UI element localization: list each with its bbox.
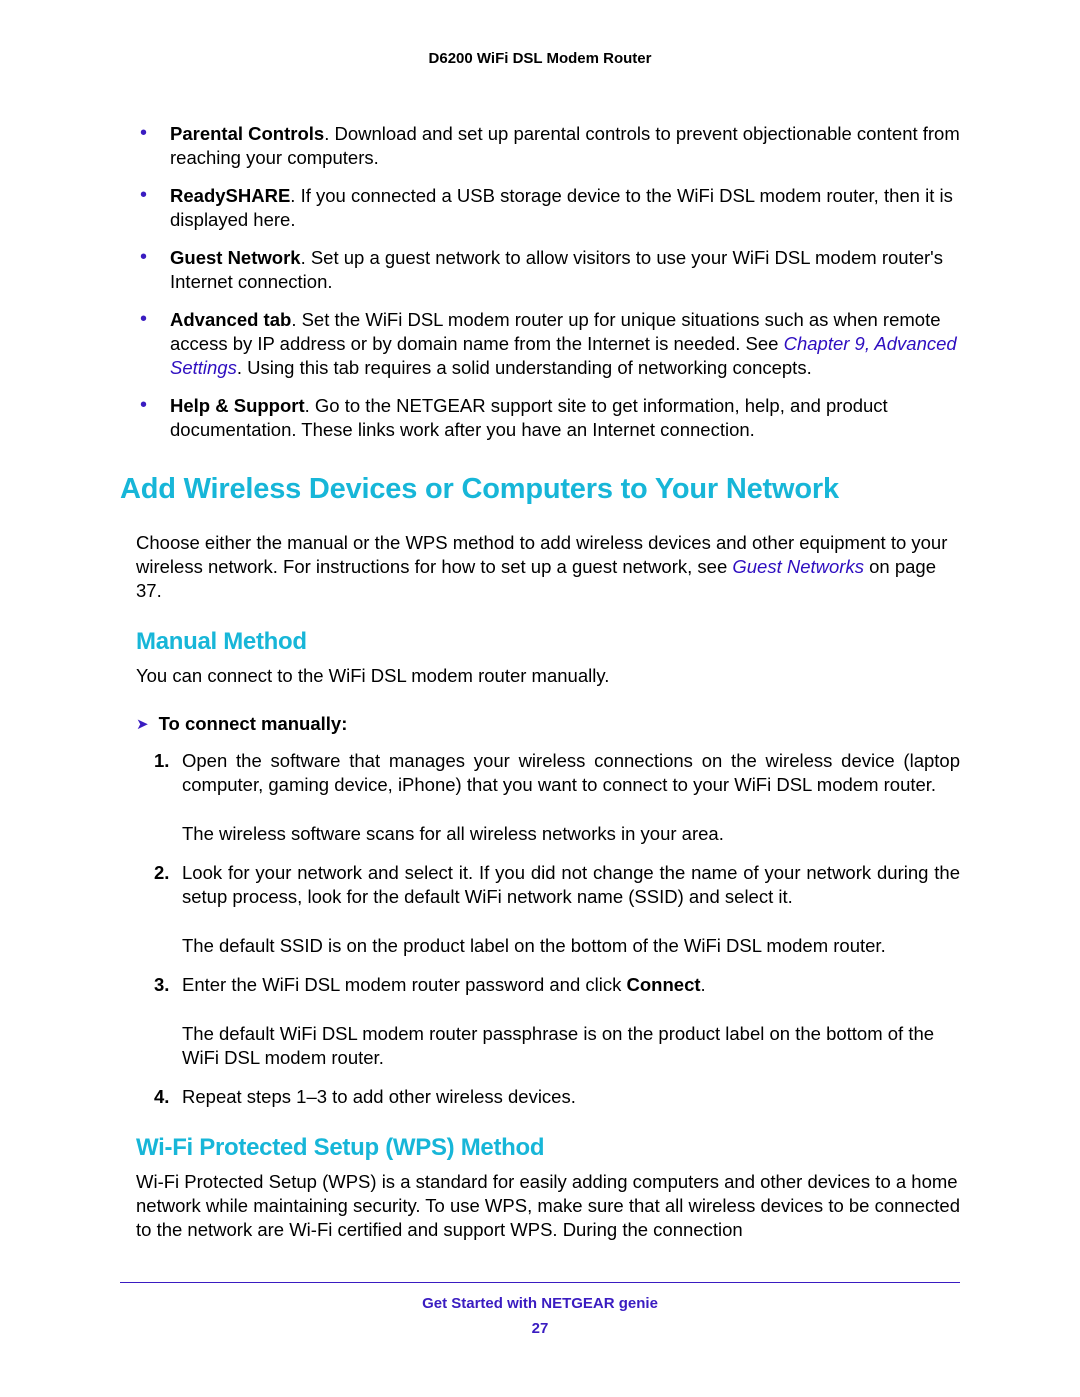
bullet-readyshare: ReadySHARE. If you connected a USB stora… xyxy=(170,184,960,232)
step-number: 1. xyxy=(154,749,169,773)
footer-rule xyxy=(120,1282,960,1283)
wps-intro: Wi-Fi Protected Setup (WPS) is a standar… xyxy=(136,1170,960,1242)
guest-networks-link[interactable]: Guest Networks xyxy=(732,556,864,577)
step-1-note: The wireless software scans for all wire… xyxy=(182,822,960,846)
step-text: Enter the WiFi DSL modem router password… xyxy=(182,974,627,995)
bullet-bold: ReadySHARE xyxy=(170,185,290,206)
bullet-bold: Help & Support xyxy=(170,395,305,416)
steps-list: 2. Look for your network and select it. I… xyxy=(120,861,960,909)
page-footer: Get Started with NETGEAR genie 27 xyxy=(120,1282,960,1337)
step-text: Open the software that manages your wire… xyxy=(182,750,960,795)
step-text: Look for your network and select it. If … xyxy=(182,862,960,907)
steps-list: 4. Repeat steps 1–3 to add other wireless… xyxy=(120,1085,960,1109)
document-header: D6200 WiFi DSL Modem Router xyxy=(120,50,960,67)
procedure-label: ➤ To connect manually: xyxy=(136,713,960,735)
feature-bullet-list: Parental Controls. Download and set up p… xyxy=(120,122,960,443)
step-3-note: The default WiFi DSL modem router passph… xyxy=(182,1022,960,1070)
bullet-text: . Using this tab requires a solid unders… xyxy=(237,357,812,378)
step-4: 4.Repeat steps 1–3 to add other wireless… xyxy=(182,1085,960,1109)
subheading-manual-method: Manual Method xyxy=(136,628,960,656)
steps-list: 1. Open the software that manages your wi… xyxy=(120,749,960,797)
bullet-advanced-tab: Advanced tab. Set the WiFi DSL modem rou… xyxy=(170,308,960,380)
section-heading-add-devices: Add Wireless Devices or Computers to You… xyxy=(120,473,960,506)
bullet-bold: Guest Network xyxy=(170,247,301,268)
bullet-bold: Parental Controls xyxy=(170,123,324,144)
manual-intro: You can connect to the WiFi DSL modem ro… xyxy=(136,664,960,688)
step-2: 2.Look for your network and select it. I… xyxy=(182,861,960,909)
step-number: 4. xyxy=(154,1085,169,1109)
bullet-parental-controls: Parental Controls. Download and set up p… xyxy=(170,122,960,170)
step-text: Repeat steps 1–3 to add other wireless d… xyxy=(182,1086,576,1107)
footer-page-number: 27 xyxy=(120,1320,960,1337)
step-2-note: The default SSID is on the product label… xyxy=(182,934,960,958)
step-3: 3.Enter the WiFi DSL modem router passwo… xyxy=(182,973,960,997)
footer-chapter: Get Started with NETGEAR genie xyxy=(120,1295,960,1312)
arrow-icon: ➤ xyxy=(136,715,149,733)
procedure-title: To connect manually: xyxy=(159,713,348,734)
connect-bold: Connect xyxy=(627,974,701,995)
bullet-bold: Advanced tab xyxy=(170,309,291,330)
step-number: 2. xyxy=(154,861,169,885)
step-number: 3. xyxy=(154,973,169,997)
bullet-guest-network: Guest Network. Set up a guest network to… xyxy=(170,246,960,294)
subheading-wps-method: Wi-Fi Protected Setup (WPS) Method xyxy=(136,1134,960,1162)
step-text: . xyxy=(701,974,706,995)
page: D6200 WiFi DSL Modem Router Parental Con… xyxy=(0,0,1080,1397)
bullet-help-support: Help & Support. Go to the NETGEAR suppor… xyxy=(170,394,960,442)
step-1: 1.Open the software that manages your wi… xyxy=(182,749,960,797)
section-intro: Choose either the manual or the WPS meth… xyxy=(136,531,960,603)
steps-list: 3. Enter the WiFi DSL modem router passwo… xyxy=(120,973,960,997)
